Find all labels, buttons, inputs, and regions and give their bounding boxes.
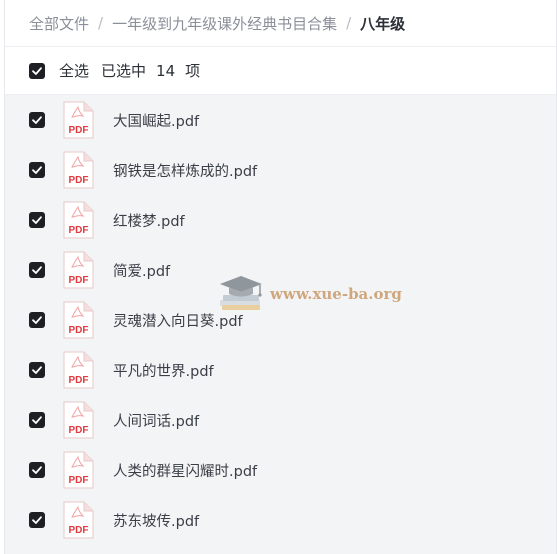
file-name[interactable]: 人间词话.pdf (113, 410, 199, 431)
pdf-icon: PDF (63, 301, 94, 339)
file-row[interactable]: PDF 钢铁是怎样炼成的.pdf (5, 145, 556, 195)
file-name[interactable]: 简爱.pdf (113, 260, 170, 281)
file-checkbox[interactable] (29, 312, 45, 328)
svg-text:PDF: PDF (69, 375, 89, 386)
checkmark-icon (32, 216, 42, 224)
file-row[interactable]: PDF 人间词话.pdf (5, 395, 556, 445)
file-browser-panel: 全部文件 / 一年级到九年级课外经典书目合集 / 八年级 全选 已选中 14 项… (4, 0, 557, 554)
file-row[interactable]: PDF 人类的群星闪耀时.pdf (5, 445, 556, 495)
checkmark-icon (32, 66, 42, 75)
pdf-icon: PDF (63, 351, 94, 389)
pdf-icon: PDF (63, 101, 94, 139)
breadcrumb-separator: / (346, 14, 352, 32)
file-row[interactable]: PDF 平凡的世界.pdf (5, 345, 556, 395)
breadcrumb-separator: / (98, 14, 104, 32)
svg-text:PDF: PDF (69, 325, 89, 336)
file-name[interactable]: 红楼梦.pdf (113, 210, 185, 231)
selection-bar: 全选 已选中 14 项 (5, 47, 556, 95)
checkmark-icon (32, 366, 42, 374)
checkmark-icon (32, 266, 42, 274)
checkmark-icon (32, 466, 42, 474)
pdf-icon: PDF (63, 401, 94, 439)
selected-unit: 项 (185, 62, 201, 80)
file-row[interactable]: PDF 灵魂潜入向日葵.pdf (5, 295, 556, 345)
file-checkbox[interactable] (29, 262, 45, 278)
pdf-icon: PDF (63, 151, 94, 189)
file-checkbox[interactable] (29, 512, 45, 528)
file-checkbox[interactable] (29, 112, 45, 128)
file-checkbox[interactable] (29, 212, 45, 228)
pdf-icon: PDF (63, 251, 94, 289)
file-checkbox[interactable] (29, 362, 45, 378)
selected-text: 已选中 (101, 62, 147, 80)
file-name[interactable]: 钢铁是怎样炼成的.pdf (113, 160, 257, 181)
file-list: PDF 大国崛起.pdf PDF 钢铁是怎样炼成的.pdf PDF 红楼梦.pd… (5, 95, 556, 554)
file-row[interactable]: PDF 大国崛起.pdf (5, 95, 556, 145)
breadcrumb-item-current: 八年级 (360, 14, 406, 33)
checkmark-icon (32, 416, 42, 424)
file-name[interactable]: 苏东坡传.pdf (113, 510, 199, 531)
svg-text:PDF: PDF (69, 525, 89, 536)
svg-text:PDF: PDF (69, 425, 89, 436)
breadcrumb-item-collection[interactable]: 一年级到九年级课外经典书目合集 (112, 13, 337, 34)
svg-text:PDF: PDF (69, 475, 89, 486)
file-row[interactable]: PDF 红楼梦.pdf (5, 195, 556, 245)
pdf-icon: PDF (63, 501, 94, 539)
svg-text:PDF: PDF (69, 175, 89, 186)
svg-text:PDF: PDF (69, 225, 89, 236)
file-row[interactable]: PDF 苏东坡传.pdf (5, 495, 556, 545)
file-row[interactable]: PDF 简爱.pdf (5, 245, 556, 295)
checkmark-icon (32, 116, 42, 124)
select-all-checkbox[interactable] (29, 62, 45, 79)
svg-text:PDF: PDF (69, 275, 89, 286)
file-name[interactable]: 人类的群星闪耀时.pdf (113, 460, 257, 481)
breadcrumb: 全部文件 / 一年级到九年级课外经典书目合集 / 八年级 (5, 0, 556, 47)
file-checkbox[interactable] (29, 412, 45, 428)
select-all-label[interactable]: 全选 (59, 60, 89, 81)
file-name[interactable]: 大国崛起.pdf (113, 110, 199, 131)
file-checkbox[interactable] (29, 462, 45, 478)
checkmark-icon (32, 516, 42, 524)
file-checkbox[interactable] (29, 162, 45, 178)
pdf-icon: PDF (63, 201, 94, 239)
breadcrumb-item-root[interactable]: 全部文件 (29, 13, 89, 34)
checkmark-icon (32, 316, 42, 324)
checkmark-icon (32, 166, 42, 174)
file-name[interactable]: 灵魂潜入向日葵.pdf (113, 310, 243, 331)
svg-text:PDF: PDF (69, 125, 89, 136)
pdf-icon: PDF (63, 451, 94, 489)
selected-count: 14 (156, 61, 176, 80)
file-name[interactable]: 平凡的世界.pdf (113, 360, 214, 381)
